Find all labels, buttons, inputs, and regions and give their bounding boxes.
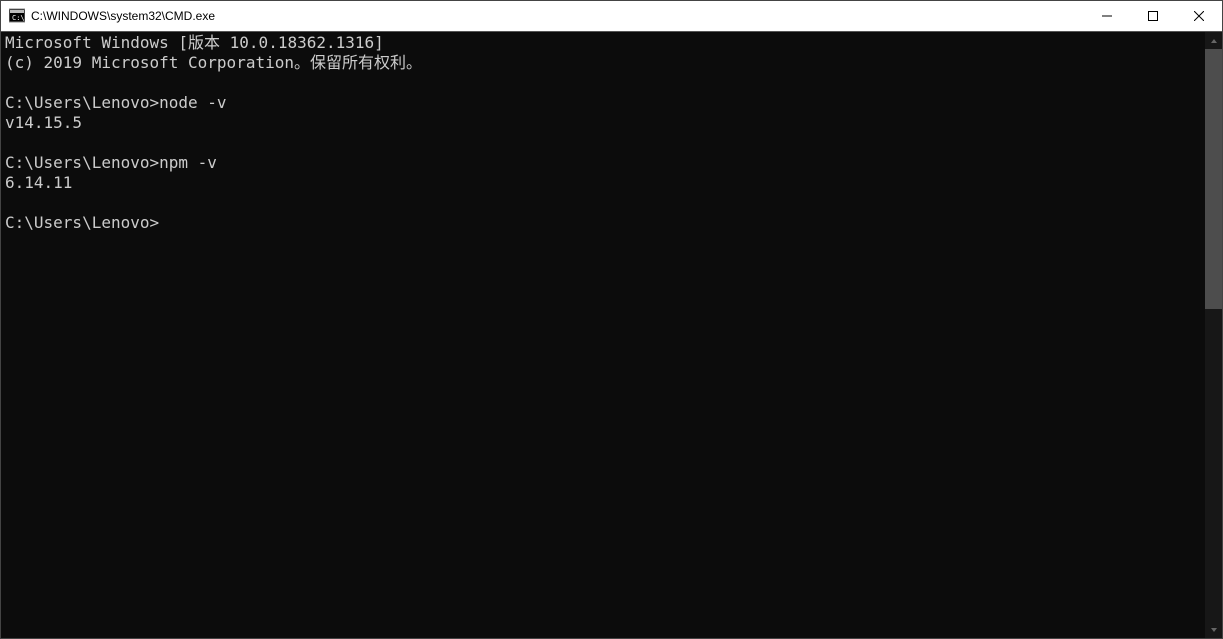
window-title: C:\WINDOWS\system32\CMD.exe [31, 9, 215, 23]
svg-text:C:\: C:\ [12, 14, 25, 22]
terminal-area: Microsoft Windows [版本 10.0.18362.1316] (… [1, 32, 1222, 638]
maximize-button[interactable] [1130, 1, 1176, 31]
window-controls [1084, 1, 1222, 31]
scroll-track[interactable] [1205, 49, 1222, 621]
cmd-window: C:\ C:\WINDOWS\system32\CMD.exe Microsof… [0, 0, 1223, 639]
scroll-up-button[interactable] [1205, 32, 1222, 49]
cmd-icon: C:\ [9, 8, 25, 24]
scroll-thumb[interactable] [1205, 49, 1222, 309]
close-button[interactable] [1176, 1, 1222, 31]
titlebar[interactable]: C:\ C:\WINDOWS\system32\CMD.exe [1, 1, 1222, 32]
vertical-scrollbar[interactable] [1205, 32, 1222, 638]
terminal-output[interactable]: Microsoft Windows [版本 10.0.18362.1316] (… [1, 32, 1205, 638]
scroll-down-button[interactable] [1205, 621, 1222, 638]
minimize-button[interactable] [1084, 1, 1130, 31]
